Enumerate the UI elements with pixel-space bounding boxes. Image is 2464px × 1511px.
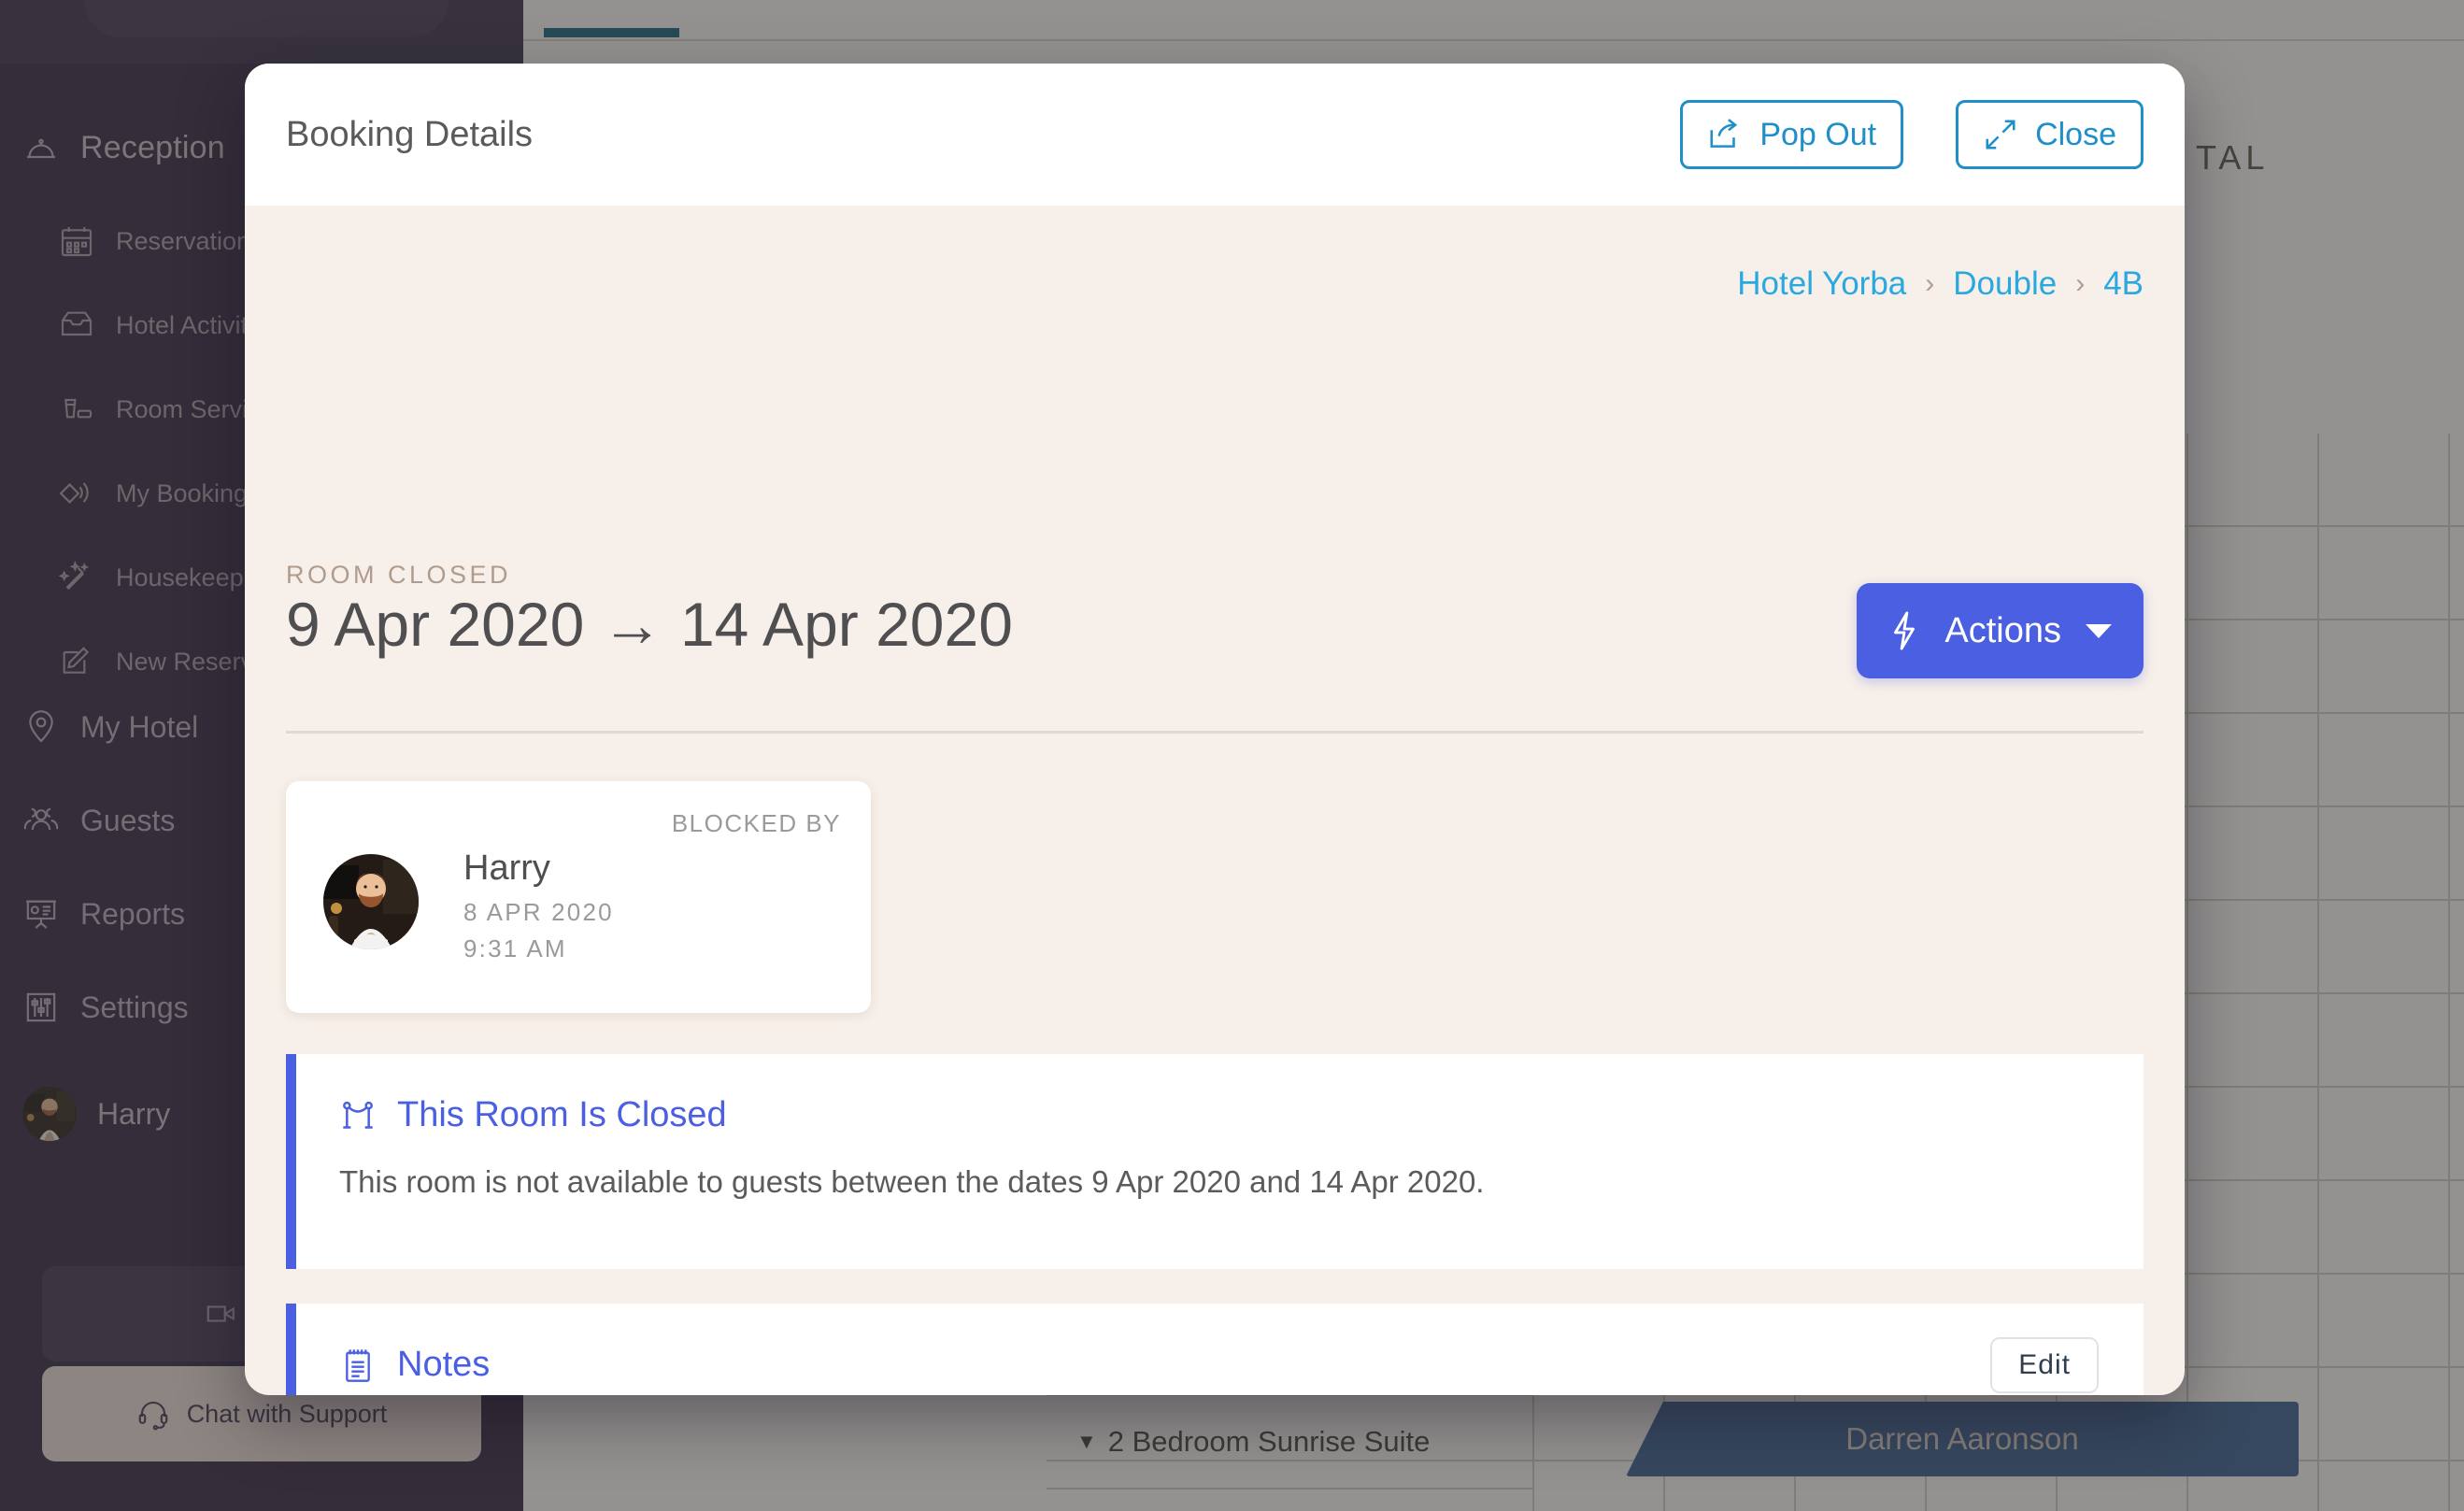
chevron-down-icon [2086, 623, 2112, 638]
status-badge: ROOM CLOSED [286, 561, 512, 589]
breadcrumb: Hotel Yorba › Double › 4B [1737, 265, 2144, 303]
breadcrumb-item-room[interactable]: 4B [2103, 265, 2144, 303]
room-closed-panel: This Room Is Closed This room is not ava… [286, 1054, 2144, 1269]
breadcrumb-separator-icon: › [2075, 268, 2086, 299]
blocked-by-time: 9:31 AM [463, 934, 567, 962]
close-label: Close [2035, 116, 2116, 152]
actions-button-label: Actions [1944, 610, 2061, 650]
modal-header: Booking Details Pop Out Close [245, 64, 2185, 206]
breadcrumb-item-hotel[interactable]: Hotel Yorba [1737, 265, 1906, 303]
booking-details-modal: Booking Details Pop Out Close Hotel Yorb… [245, 64, 2185, 1395]
notes-heading: Notes [339, 1345, 490, 1385]
pop-out-label: Pop Out [1759, 116, 1877, 152]
date-range-heading: 9 Apr 2020 → 14 Apr 2020 [286, 590, 1013, 659]
collapse-arrows-icon [1983, 117, 2018, 152]
room-closed-body: This room is not available to guests bet… [339, 1164, 1485, 1199]
close-button[interactable]: Close [1956, 100, 2144, 169]
velvet-rope-icon [339, 1097, 377, 1134]
edit-notes-button[interactable]: Edit [1990, 1337, 2099, 1393]
blocked-by-date: 8 APR 2020 [463, 898, 614, 926]
notes-title: Notes [397, 1345, 491, 1384]
modal-header-actions: Pop Out Close [1680, 100, 2144, 169]
room-closed-heading: This Room Is Closed [339, 1095, 727, 1135]
breadcrumb-item-roomtype[interactable]: Double [1953, 265, 2057, 303]
modal-title: Booking Details [286, 114, 534, 154]
lightning-bolt-icon [1888, 611, 1920, 650]
room-closed-title: This Room Is Closed [397, 1095, 727, 1134]
section-divider [286, 731, 2144, 734]
actions-button[interactable]: Actions [1857, 583, 2144, 678]
notepad-icon [339, 1347, 377, 1384]
blocked-by-name: Harry [463, 848, 550, 888]
blocked-by-details: Harry 8 APR 2020 9:31 AM [463, 848, 614, 971]
avatar [323, 854, 419, 949]
breadcrumb-separator-icon: › [1925, 268, 1935, 299]
blocked-by-caption: BLOCKED BY [671, 809, 841, 837]
pop-out-button[interactable]: Pop Out [1680, 100, 1904, 169]
blocked-by-card: BLOCKED BY Harry 8 APR 2020 9:31 AM [286, 781, 871, 1013]
notes-panel: Notes Edit Room is blocked for maintenan… [286, 1304, 2144, 1395]
pop-out-icon [1707, 117, 1743, 152]
